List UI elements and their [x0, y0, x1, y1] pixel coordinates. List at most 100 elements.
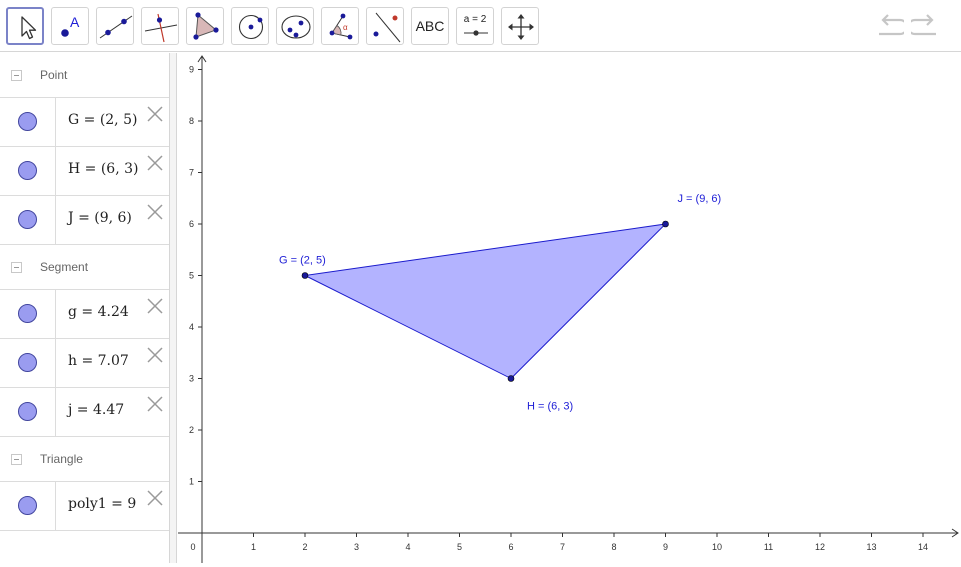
point-G [301, 272, 309, 279]
angle-tool-button[interactable]: α [321, 7, 359, 45]
algebra-row-H[interactable]: H = (6, 3) [0, 147, 169, 196]
x-tick-label: 3 [354, 542, 359, 552]
algebra-expression[interactable]: J = (9, 6) [68, 210, 132, 226]
perpendicular-tool-button[interactable] [141, 7, 179, 45]
x-tick-label: 2 [302, 542, 307, 552]
toolbar: A α ABC a = 2 [0, 0, 961, 52]
text-icon: ABC [415, 18, 445, 34]
y-tick-label: 5 [189, 271, 194, 281]
group-label: Segment [40, 260, 89, 274]
visibility-toggle-icon[interactable] [18, 161, 37, 180]
undo-icon[interactable] [874, 12, 904, 40]
reflect-tool-button[interactable] [366, 7, 404, 45]
cursor-arrow-icon [21, 16, 37, 40]
algebra-row-g[interactable]: g = 4.24 [0, 290, 169, 339]
delete-icon[interactable] [146, 395, 164, 413]
group-label: Triangle [40, 452, 83, 466]
group-header-point[interactable]: Point [0, 53, 169, 98]
visibility-toggle-icon[interactable] [18, 496, 37, 515]
delete-icon[interactable] [146, 203, 164, 221]
redo-icon[interactable] [911, 12, 941, 40]
x-tick-label: 10 [712, 542, 722, 552]
point-H [507, 375, 515, 382]
group-header-triangle[interactable]: Triangle [0, 437, 169, 482]
perpendicular-line-icon [144, 13, 178, 43]
x-tick-label: 8 [611, 542, 616, 552]
conic-tool-button[interactable] [276, 7, 314, 45]
algebra-row-h[interactable]: h = 7.07 [0, 339, 169, 388]
polygon-icon [193, 12, 219, 40]
polygon-tool-button[interactable] [186, 7, 224, 45]
svg-text:α: α [343, 23, 348, 32]
algebra-row-poly1[interactable]: poly1 = 9 [0, 482, 169, 531]
algebra-row-j[interactable]: j = 4.47 [0, 388, 169, 437]
graphics-view[interactable]: 0 1 2 3 4 5 6 7 8 9 10 11 12 13 14 1 2 3 4 5 6 7 8 9 G = (2, 5) H… [178, 53, 961, 563]
point-icon: A [61, 14, 80, 37]
y-tick-label: 4 [189, 322, 194, 332]
algebra-expression[interactable]: G = (2, 5) [68, 112, 137, 128]
x-tick-label: 13 [866, 542, 876, 552]
algebra-row-J[interactable]: J = (9, 6) [0, 196, 169, 245]
delete-icon[interactable] [146, 154, 164, 172]
line-tool-button[interactable] [96, 7, 134, 45]
circle-tool-button[interactable] [231, 7, 269, 45]
point-label-J: J = (9, 6) [678, 193, 722, 205]
x-tick-label: 11 [764, 542, 773, 552]
y-tick-label: 3 [189, 374, 194, 384]
algebra-row-G[interactable]: G = (2, 5) [0, 98, 169, 147]
visibility-toggle-icon[interactable] [18, 353, 37, 372]
delete-icon[interactable] [146, 297, 164, 315]
svg-text:A: A [70, 14, 80, 30]
collapse-icon[interactable] [11, 262, 22, 273]
x-tick-label: 4 [405, 542, 410, 552]
x-tick-label: 14 [918, 542, 928, 552]
group-label: Point [40, 68, 68, 82]
circle-center-point-icon [238, 14, 264, 40]
group-header-segment[interactable]: Segment [0, 245, 169, 290]
y-tick-label: 7 [189, 168, 194, 178]
algebra-expression[interactable]: H = (6, 3) [68, 161, 138, 177]
delete-icon[interactable] [146, 105, 164, 123]
y-tick-label: 2 [189, 425, 194, 435]
visibility-toggle-icon[interactable] [18, 210, 37, 229]
slider-tool-button[interactable]: a = 2 [456, 7, 494, 45]
line-through-points-icon [99, 15, 133, 39]
triangle-poly1 [303, 223, 667, 380]
move-tool-button[interactable] [6, 7, 44, 45]
move-arrows-icon [508, 14, 534, 40]
slider-icon [464, 30, 488, 36]
point-tool-button[interactable]: A [51, 7, 89, 45]
point-label-H: H = (6, 3) [527, 401, 573, 413]
delete-icon[interactable] [146, 346, 164, 364]
x-tick-label: 6 [508, 542, 513, 552]
point-label-G: G = (2, 5) [279, 255, 326, 267]
visibility-toggle-icon[interactable] [18, 304, 37, 323]
reflect-about-line-icon [373, 12, 401, 43]
algebra-expression[interactable]: poly1 = 9 [68, 496, 136, 512]
move-graphics-tool-button[interactable] [501, 7, 539, 45]
visibility-toggle-icon[interactable] [18, 402, 37, 421]
x-tick-label: 12 [815, 542, 825, 552]
text-tool-button[interactable]: ABC [411, 7, 449, 45]
algebra-view: Point G = (2, 5) H = (6, 3) J = (9, 6) S… [0, 53, 170, 563]
ellipse-icon [281, 15, 311, 39]
y-tick-label: 8 [189, 116, 194, 126]
collapse-icon[interactable] [11, 454, 22, 465]
x-tick-label: 9 [663, 542, 668, 552]
collapse-icon[interactable] [11, 70, 22, 81]
algebra-expression[interactable]: j = 4.47 [68, 402, 124, 418]
y-tick-label: 6 [189, 219, 194, 229]
visibility-toggle-icon[interactable] [18, 112, 37, 131]
y-tick-label: 1 [189, 477, 194, 487]
view-splitter[interactable] [170, 53, 177, 563]
y-tick-label: 9 [189, 65, 194, 75]
algebra-expression[interactable]: g = 4.24 [68, 304, 129, 320]
x-tick-label: 0 [190, 542, 195, 552]
algebra-expression[interactable]: h = 7.07 [68, 353, 129, 369]
angle-icon: α [329, 13, 353, 40]
x-tick-label: 1 [251, 542, 256, 552]
graphics-canvas[interactable]: 0 1 2 3 4 5 6 7 8 9 10 11 12 13 14123456789G = (2, 5)H… [178, 53, 961, 563]
x-tick-label: 7 [560, 542, 565, 552]
delete-icon[interactable] [146, 489, 164, 507]
x-tick-label: 5 [457, 542, 462, 552]
